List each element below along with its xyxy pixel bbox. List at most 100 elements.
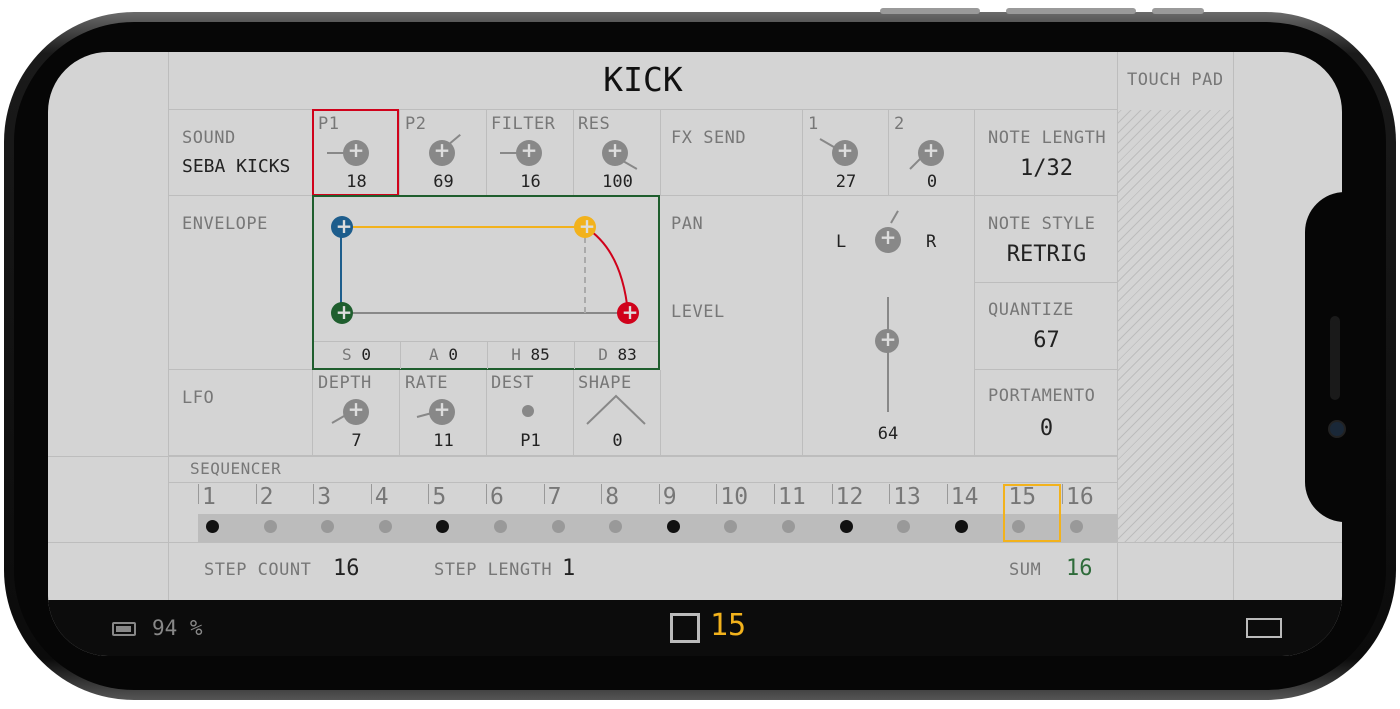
envelope-decay-handle[interactable] bbox=[617, 300, 643, 324]
envelope-s[interactable]: S 0 bbox=[313, 345, 400, 364]
portamento-value: 0 bbox=[1039, 416, 1054, 441]
sum-label: SUM bbox=[1009, 560, 1042, 580]
step-dot-active[interactable] bbox=[206, 520, 219, 533]
p1-value: 18 bbox=[346, 172, 367, 192]
step-length-value[interactable]: 1 bbox=[562, 556, 575, 581]
envelope-label: ENVELOPE bbox=[182, 214, 268, 234]
fx-send-2-knob[interactable] bbox=[918, 138, 944, 166]
note-length-label: NOTE LENGTH bbox=[988, 128, 1107, 148]
step-dot[interactable] bbox=[263, 520, 277, 533]
note-style-label: NOTE STYLE bbox=[988, 214, 1096, 234]
step-count-label: STEP COUNT bbox=[204, 560, 312, 580]
portamento-cell[interactable] bbox=[975, 370, 1118, 456]
step-dot[interactable] bbox=[494, 520, 507, 533]
front-camera bbox=[1328, 420, 1346, 438]
step-dot[interactable] bbox=[1070, 520, 1083, 533]
lfo-depth-label: DEPTH bbox=[318, 373, 372, 393]
lfo-label: LFO bbox=[182, 388, 215, 408]
p1-knob[interactable] bbox=[343, 138, 369, 166]
lfo-rate-knob[interactable] bbox=[429, 397, 455, 425]
step-dot[interactable] bbox=[551, 520, 565, 533]
step-number[interactable]: 6 bbox=[490, 484, 504, 510]
step-dot-active[interactable] bbox=[954, 520, 968, 533]
lfo-dest-value: P1 bbox=[520, 431, 541, 451]
step-number[interactable]: 7 bbox=[548, 484, 562, 510]
envelope-h[interactable]: H 85 bbox=[487, 345, 574, 364]
fx-send-1-knob[interactable] bbox=[832, 138, 858, 166]
step-divider bbox=[601, 484, 603, 504]
note-length-cell[interactable] bbox=[975, 110, 1118, 196]
fx-send-2-value: 0 bbox=[926, 172, 938, 192]
step-number[interactable]: 2 bbox=[260, 484, 274, 510]
step-divider bbox=[774, 484, 775, 504]
step-divider bbox=[946, 484, 948, 504]
p1-knob-pointer bbox=[327, 152, 345, 154]
level-value: 64 bbox=[877, 424, 899, 444]
step-number[interactable]: 11 bbox=[778, 484, 806, 510]
side-button bbox=[1152, 8, 1204, 14]
note-style-cell[interactable] bbox=[975, 196, 1118, 283]
pan-knob[interactable] bbox=[875, 225, 901, 253]
note-style-value: RETRIG bbox=[1006, 242, 1087, 267]
battery-icon bbox=[112, 622, 136, 636]
pan-label: PAN bbox=[671, 214, 704, 234]
step-dot-active[interactable] bbox=[839, 520, 853, 533]
pan-right-label: R bbox=[926, 232, 937, 252]
sound-cell[interactable] bbox=[168, 110, 313, 196]
res-value: 100 bbox=[602, 172, 633, 192]
envelope-attack-handle[interactable] bbox=[331, 214, 357, 238]
envelope-a[interactable]: A 0 bbox=[400, 345, 487, 364]
step-number[interactable]: 16 bbox=[1066, 484, 1094, 510]
lfo-cell bbox=[168, 370, 313, 456]
filter-knob-pointer bbox=[500, 152, 518, 154]
fx-send-cell bbox=[661, 110, 803, 196]
step-count-value[interactable]: 16 bbox=[333, 556, 360, 581]
step-divider bbox=[658, 484, 660, 504]
window-icon[interactable] bbox=[1246, 618, 1282, 638]
envelope-hold-handle[interactable] bbox=[574, 214, 600, 238]
step-dot-active[interactable] bbox=[666, 520, 680, 533]
step-divider bbox=[889, 484, 891, 504]
param-filter-label: FILTER bbox=[491, 114, 556, 134]
volume-button bbox=[1006, 8, 1136, 14]
step-number[interactable]: 12 bbox=[836, 484, 864, 510]
current-step-display: 15 bbox=[710, 608, 747, 643]
level-slider-handle[interactable] bbox=[875, 327, 901, 353]
track-title: KICK bbox=[603, 60, 683, 99]
quantize-label: QUANTIZE bbox=[988, 300, 1074, 320]
step-number[interactable]: 10 bbox=[720, 484, 748, 510]
portamento-label: PORTAMENTO bbox=[988, 386, 1096, 406]
step-number[interactable]: 4 bbox=[375, 484, 389, 510]
step-divider bbox=[831, 484, 833, 504]
step-number[interactable]: 5 bbox=[432, 484, 446, 510]
lfo-depth-knob[interactable] bbox=[343, 397, 369, 425]
step-divider bbox=[370, 484, 372, 504]
filter-knob[interactable] bbox=[516, 138, 542, 166]
sequencer-label: SEQUENCER bbox=[190, 459, 282, 478]
stop-button[interactable] bbox=[670, 613, 700, 643]
quantize-cell[interactable] bbox=[975, 283, 1118, 370]
lfo-shape-label: SHAPE bbox=[578, 373, 632, 393]
step-number[interactable]: 14 bbox=[951, 484, 979, 510]
current-step-highlight bbox=[1003, 484, 1061, 542]
step-number[interactable]: 3 bbox=[317, 484, 331, 510]
fx-send-2-label: 2 bbox=[894, 114, 905, 134]
envelope-sustain-handle[interactable] bbox=[331, 300, 357, 324]
envelope-d[interactable]: D 83 bbox=[574, 345, 661, 364]
step-divider bbox=[543, 484, 545, 504]
step-dot[interactable] bbox=[378, 520, 392, 533]
param-p1-label: P1 bbox=[318, 114, 340, 134]
level-slider-track[interactable] bbox=[887, 297, 889, 412]
step-number[interactable]: 13 bbox=[893, 484, 921, 510]
touch-pad[interactable] bbox=[1118, 110, 1233, 542]
step-number[interactable]: 8 bbox=[605, 484, 619, 510]
step-number[interactable]: 9 bbox=[663, 484, 677, 510]
step-divider bbox=[486, 484, 487, 504]
step-number[interactable]: 1 bbox=[202, 484, 216, 510]
speaker-grille bbox=[1330, 316, 1340, 400]
p2-knob[interactable] bbox=[429, 138, 455, 166]
step-dot[interactable] bbox=[782, 520, 795, 533]
lfo-shape-triangle-icon bbox=[586, 394, 646, 425]
pan-left-label: L bbox=[836, 232, 847, 252]
param-res-label: RES bbox=[578, 114, 611, 134]
